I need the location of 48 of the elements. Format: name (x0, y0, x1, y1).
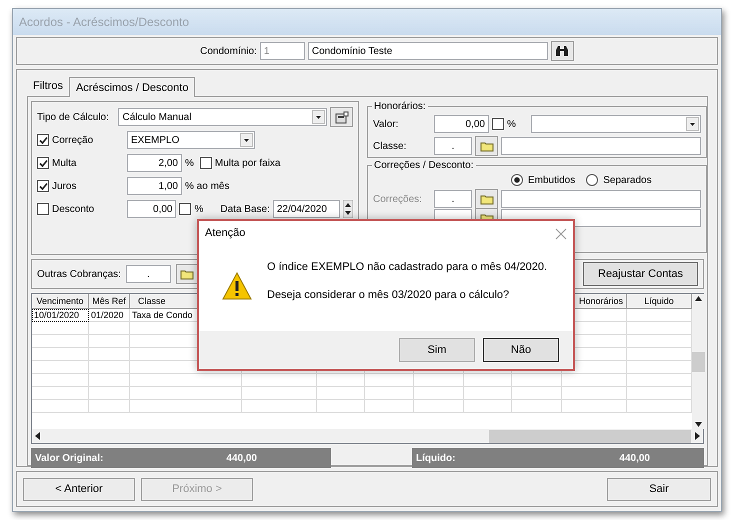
radio-label: Separados (603, 174, 652, 188)
radio-label: Embutidos (528, 174, 576, 188)
group-title: Correções / Desconto: (372, 158, 476, 173)
table-cell: 01/2020 (89, 309, 130, 322)
window-title: Acordos - Acréscimos/Desconto (13, 9, 721, 35)
dialog-button[interactable]: Não (483, 338, 559, 362)
column-header[interactable]: Mês Ref (89, 294, 130, 309)
date-field[interactable]: 22/04/2020 (272, 200, 340, 218)
tab[interactable]: Acréscimos / Desconto (68, 77, 196, 97)
checkbox-label: % (194, 202, 204, 216)
column-header[interactable]: Vencimento (32, 294, 89, 309)
number-field[interactable]: 2,00 (127, 154, 182, 172)
tab[interactable]: Filtros (27, 76, 69, 96)
reajustar-button[interactable]: Reajustar Contas (583, 262, 698, 286)
field-label: Classe: (373, 140, 408, 154)
number-field[interactable]: 0,00 (127, 200, 176, 218)
field-label: Data Base: (220, 202, 270, 216)
code-field[interactable]: . (126, 265, 171, 283)
checkbox-label: Multa por faixa (214, 156, 280, 170)
checkbox-label: Juros (52, 180, 78, 194)
field-label: Outras Cobranças: (37, 268, 121, 282)
field-label: Correções: (373, 192, 423, 206)
unit-label: % (185, 156, 194, 170)
dialog-button[interactable]: Sim (399, 338, 475, 362)
name-field[interactable]: Condomínio Teste (308, 42, 548, 60)
total-value: 440,00 (226, 452, 257, 466)
index-dropdown[interactable]: EXEMPLO (127, 131, 255, 149)
checkbox-label: Multa (52, 156, 78, 170)
table-cell: 10/01/2020 (32, 309, 89, 322)
calculation-type-dropdown[interactable]: Cálculo Manual (118, 108, 328, 126)
field-label: Condomínio: (200, 44, 257, 58)
nav-button[interactable]: Sair (607, 478, 711, 500)
total-label: Líquido: (416, 452, 456, 466)
field-label: Valor: (373, 118, 400, 132)
field-label: Tipo de Cálculo: (37, 110, 110, 124)
number-field[interactable]: 1,00 (127, 177, 182, 195)
number-field[interactable]: 0,00 (434, 115, 489, 133)
checkbox-label: Desconto (52, 202, 96, 216)
checkbox-label: % (507, 118, 516, 132)
message-text: Deseja considerar o mês 03/2020 para o cálculo? (267, 288, 510, 302)
unit-label: % ao mês (185, 180, 230, 194)
total-label: Valor Original: (35, 452, 104, 466)
total-value: 440,00 (619, 452, 650, 466)
message-text: O índice EXEMPLO não cadastrado para o mês 04/2020. (267, 260, 548, 275)
code-field[interactable]: . (434, 137, 472, 155)
checkbox-label: Correção (52, 134, 94, 148)
nav-button[interactable]: < Anterior (23, 478, 135, 500)
dialog-title: Atenção (205, 226, 246, 241)
